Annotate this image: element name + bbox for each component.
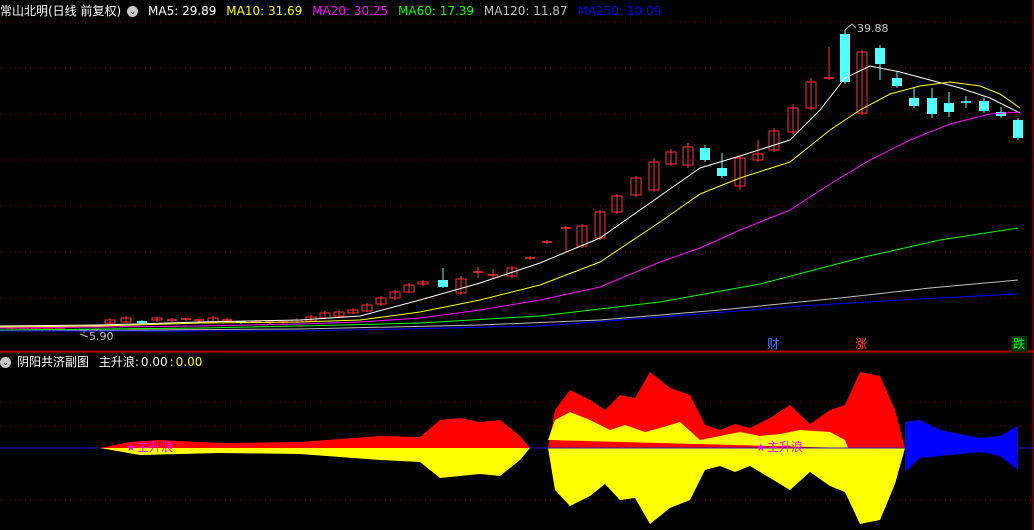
sub-title: 阴阳共济副图	[17, 355, 90, 369]
tag-down[interactable]: 跌	[1011, 336, 1028, 352]
candlesticks	[7, 23, 1023, 338]
sub-value-2: 0.00	[175, 355, 203, 369]
low-arrow	[79, 333, 89, 338]
candle-body	[717, 168, 727, 176]
moving-average-lines	[0, 65, 1021, 332]
sub-value-1: 0.00	[140, 355, 168, 369]
candle-body	[909, 98, 919, 106]
sub-marker-1: 主升浪	[137, 439, 173, 454]
star-icon: ★	[756, 441, 766, 454]
sub-indicator-chart	[100, 372, 1018, 524]
sub-indicator-label: 主升浪:	[98, 355, 139, 369]
blue-area	[905, 448, 1018, 472]
blue-area	[905, 420, 1018, 448]
candle-body	[840, 34, 850, 82]
separator: :	[169, 355, 174, 369]
high-arrow	[844, 23, 857, 31]
ma10-line	[0, 81, 1021, 328]
chevron-down-icon[interactable]: ⌄	[0, 357, 11, 368]
tag-finance[interactable]: 财	[765, 336, 781, 352]
high-price-label: 39.88	[857, 22, 889, 35]
price-chart[interactable]: 39.88 5.90 主升浪 主升浪 ★ ★	[0, 0, 1034, 530]
yellow-area	[548, 448, 905, 524]
star-icon: ★	[126, 441, 136, 454]
ma20-line	[0, 111, 1021, 329]
candle-body	[892, 78, 902, 86]
ma60-line	[0, 227, 1019, 331]
candle-body	[875, 48, 885, 64]
candle-body	[1013, 120, 1023, 138]
sub-marker-2: 主升浪	[767, 439, 803, 454]
candle-body	[979, 101, 989, 111]
candle-body	[927, 98, 937, 114]
tag-up[interactable]: 涨	[853, 336, 869, 352]
candle-body	[944, 103, 954, 112]
candle-body	[700, 148, 710, 160]
low-price-label: 5.90	[89, 330, 114, 343]
ma250-line	[0, 293, 1019, 332]
candle-body	[137, 321, 147, 323]
candle-body	[438, 280, 448, 287]
